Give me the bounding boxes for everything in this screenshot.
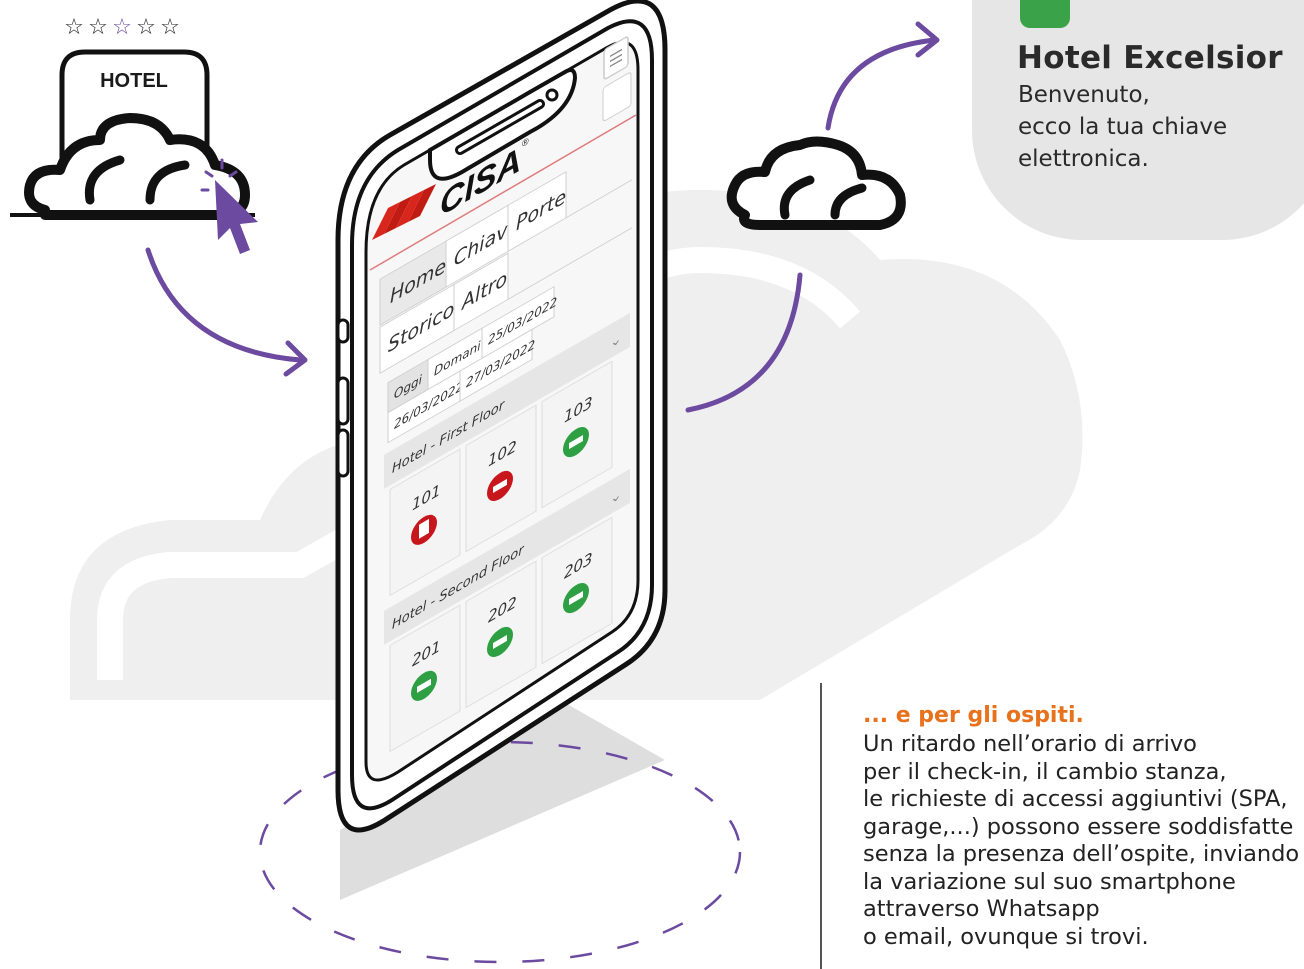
guests-line: senza la presenza dell’ospite, inviando: [863, 841, 1300, 867]
hamburger-menu-icon[interactable]: [603, 36, 629, 80]
guests-line: Un ritardo nell’orario di arrivo: [863, 731, 1197, 757]
guests-line: le richieste di accessi aggiuntivi (SPA,: [863, 786, 1288, 812]
guests-line: per il check-in, il cambio stanza,: [863, 758, 1227, 785]
guests-line: attraverso Whatsapp: [863, 896, 1100, 922]
text-divider: [820, 683, 822, 969]
guests-paragraph: Un ritardo nell’orario di arrivo per il …: [863, 731, 1304, 951]
guests-line: garage,...) possono essere soddisfatte: [863, 813, 1294, 840]
guests-heading: ... e per gli ospiti.: [863, 703, 1084, 728]
guests-line: la variazione sul suo smartphone: [863, 868, 1236, 895]
guests-line: o email, ovunque si trovi.: [863, 923, 1149, 950]
trademark-mark: ®: [522, 136, 529, 150]
